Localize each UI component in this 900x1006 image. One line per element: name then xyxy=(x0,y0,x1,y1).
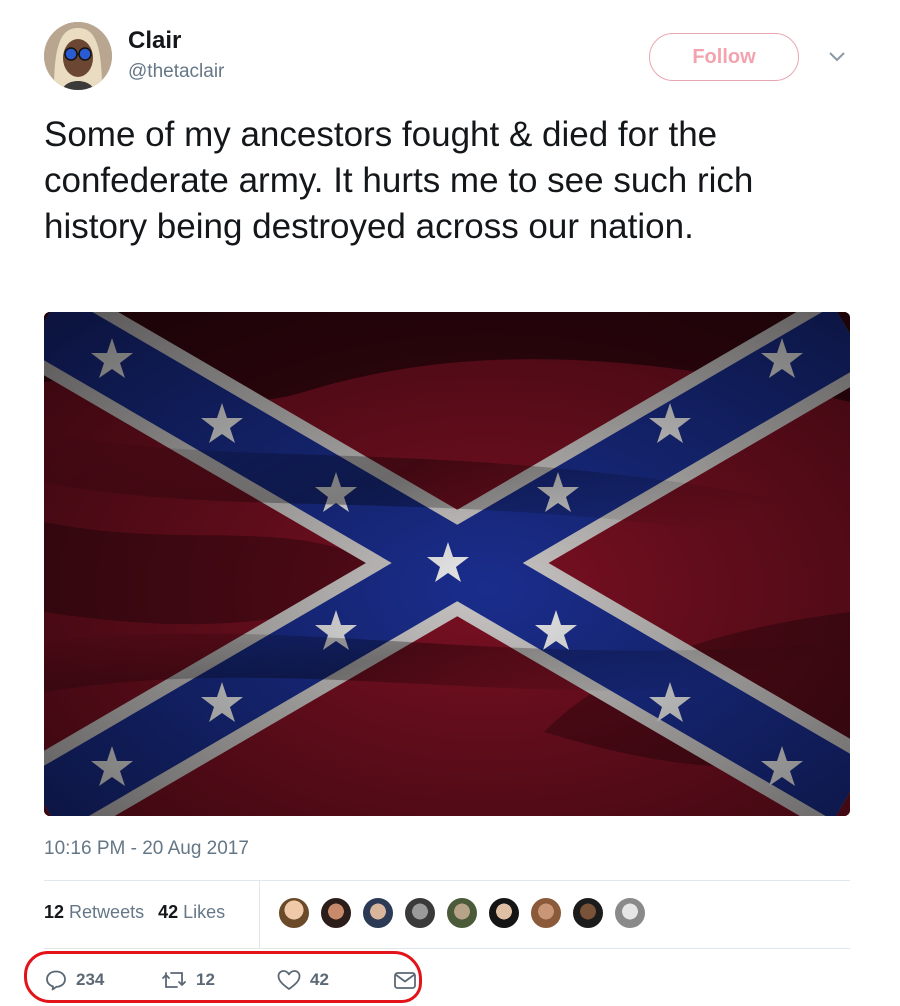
chevron-down-icon[interactable] xyxy=(826,49,848,65)
avatar[interactable] xyxy=(614,897,646,929)
follow-button[interactable]: Follow xyxy=(649,33,799,81)
avatar[interactable] xyxy=(572,897,604,929)
avatar[interactable] xyxy=(278,897,310,929)
tweet-text: Some of my ancestors fought & died for t… xyxy=(44,115,754,246)
highlight-annotation xyxy=(24,951,422,1003)
avatar[interactable] xyxy=(404,897,436,929)
avatar[interactable] xyxy=(44,22,112,90)
divider xyxy=(44,948,850,949)
tweet-image[interactable] xyxy=(44,312,850,816)
user-name[interactable]: Clair xyxy=(128,27,181,55)
avatar[interactable] xyxy=(446,897,478,929)
retweets-count[interactable]: 12 xyxy=(44,902,64,922)
divider xyxy=(44,880,850,881)
divider xyxy=(259,880,260,948)
likes-count[interactable]: 42 xyxy=(158,902,178,922)
avatar[interactable] xyxy=(530,897,562,929)
tweet-timestamp[interactable]: 10:16 PM - 20 Aug 2017 xyxy=(44,838,249,860)
avatar[interactable] xyxy=(362,897,394,929)
liker-avatars xyxy=(278,897,656,929)
avatar[interactable] xyxy=(488,897,520,929)
likes-label[interactable]: Likes xyxy=(183,902,225,922)
engagement-stats: 12 Retweets 42 Likes xyxy=(44,902,225,923)
avatar[interactable] xyxy=(320,897,352,929)
retweets-label[interactable]: Retweets xyxy=(69,902,144,922)
user-handle[interactable]: @thetaclair xyxy=(128,61,224,83)
